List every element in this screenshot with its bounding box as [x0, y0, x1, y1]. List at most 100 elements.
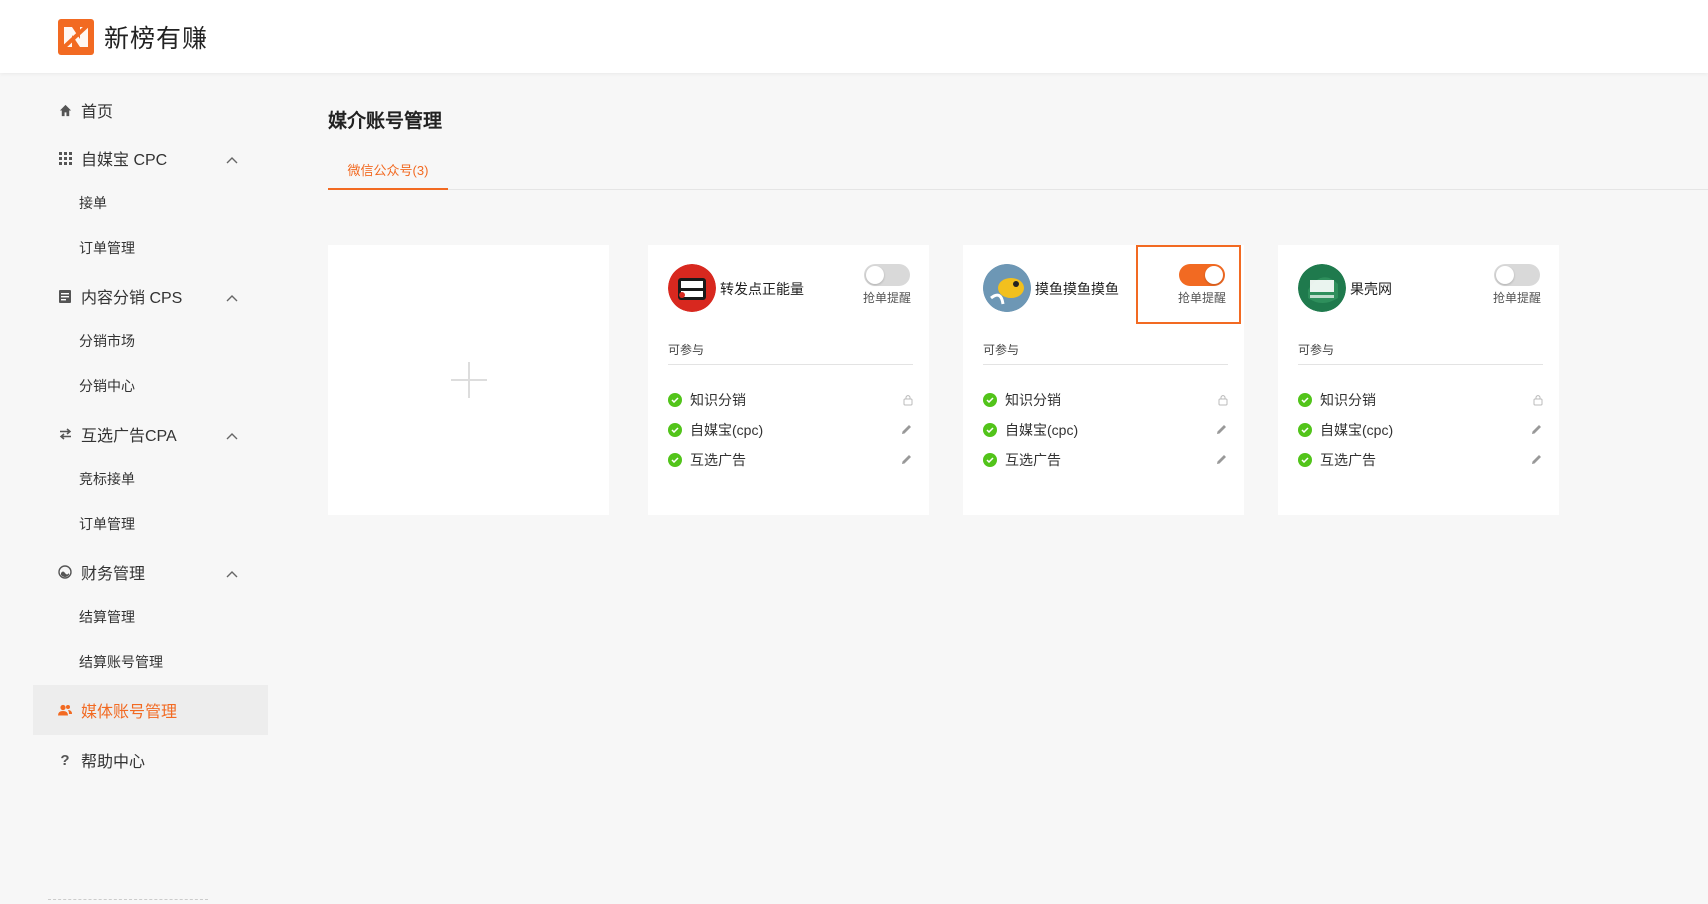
sidebar-item-media-accounts[interactable]: 媒体账号管理 — [33, 685, 268, 735]
sidebar-item-order-manage-cpa[interactable]: 订单管理 — [33, 506, 268, 542]
sidebar-item-label: 帮助中心 — [81, 754, 146, 771]
feature-label: 知识分销 — [1320, 392, 1376, 408]
account-card: 摸鱼摸鱼摸鱼 抢单提醒 可参与 知识分销 自媒宝(cpc) 互选广告 — [963, 245, 1244, 515]
chevron-up-icon[interactable] — [226, 151, 238, 169]
document-icon — [57, 288, 73, 304]
account-card: 转发点正能量 抢单提醒 可参与 知识分销 自媒宝(cpc) 互选广告 — [648, 245, 929, 515]
plus-icon — [450, 362, 487, 398]
tab-wechat-official[interactable]: 微信公众号(3) — [328, 160, 448, 190]
app-name[interactable]: 新榜有赚 — [104, 19, 208, 55]
sidebar-group-label: 财务管理 — [81, 566, 146, 583]
check-circle-icon — [1298, 393, 1312, 407]
feature-row: 自媒宝(cpc) — [668, 420, 913, 440]
sidebar-item-settlement[interactable]: 结算管理 — [33, 599, 268, 635]
feature-row: 知识分销 — [668, 390, 913, 410]
order-alert-toggle[interactable] — [864, 264, 910, 286]
chevron-up-icon[interactable] — [226, 565, 238, 583]
check-circle-icon — [1298, 453, 1312, 467]
feature-row: 知识分销 — [1298, 390, 1543, 410]
chevron-up-icon[interactable] — [226, 427, 238, 445]
tab-bar: 微信公众号(3) — [328, 160, 1708, 190]
account-name[interactable]: 摸鱼摸鱼摸鱼 — [1035, 279, 1119, 299]
top-header: 新榜有赚 — [0, 0, 1708, 73]
sidebar-group-cps[interactable]: 内容分销 CPS — [33, 271, 268, 321]
account-avatar — [1298, 264, 1346, 312]
lock-icon — [1533, 393, 1543, 409]
sidebar-divider — [48, 899, 208, 900]
lock-icon — [1218, 393, 1228, 409]
account-header: 转发点正能量 抢单提醒 — [668, 264, 913, 314]
sidebar-item-label: 首页 — [81, 104, 114, 121]
account-avatar — [668, 264, 716, 312]
pencil-icon[interactable] — [1530, 423, 1543, 439]
sidebar-item-order-manage[interactable]: 订单管理 — [33, 230, 268, 266]
check-circle-icon — [668, 393, 682, 407]
account-card: 果壳网 抢单提醒 可参与 知识分销 自媒宝(cpc) 互选广告 — [1278, 245, 1559, 515]
section-label: 可参与 — [668, 341, 913, 365]
feature-label: 互选广告 — [1005, 452, 1061, 468]
sidebar-item-distribution-center[interactable]: 分销中心 — [33, 368, 268, 404]
sidebar-item-home[interactable]: 首页 — [33, 85, 268, 135]
account-name[interactable]: 转发点正能量 — [720, 279, 804, 299]
wallet-icon — [57, 564, 73, 580]
feature-row: 互选广告 — [1298, 450, 1543, 470]
home-icon — [57, 102, 73, 118]
sidebar-item-help[interactable]: ? 帮助中心 — [33, 735, 268, 785]
lock-icon — [903, 393, 913, 409]
sidebar-item-label: 媒体账号管理 — [81, 704, 178, 721]
feature-row: 互选广告 — [983, 450, 1228, 470]
question-icon: ? — [60, 751, 70, 769]
logo-icon[interactable] — [58, 18, 94, 55]
feature-label: 互选广告 — [1320, 452, 1376, 468]
sidebar-group-label: 内容分销 CPS — [81, 290, 183, 307]
feature-row: 知识分销 — [983, 390, 1228, 410]
feature-label: 知识分销 — [1005, 392, 1061, 408]
sidebar-item-bid-order[interactable]: 竞标接单 — [33, 461, 268, 497]
section-label: 可参与 — [983, 341, 1228, 365]
chevron-up-icon[interactable] — [226, 289, 238, 307]
toggle-label: 抢单提醒 — [862, 291, 911, 305]
add-account-card[interactable] — [328, 245, 609, 515]
feature-label: 自媒宝(cpc) — [690, 422, 764, 438]
sidebar-group-cpc[interactable]: 自媒宝 CPC — [33, 133, 268, 183]
feature-label: 互选广告 — [690, 452, 746, 468]
section-label: 可参与 — [1298, 341, 1543, 365]
users-icon — [57, 702, 73, 718]
highlight-frame — [1136, 245, 1241, 324]
feature-label: 自媒宝(cpc) — [1005, 422, 1079, 438]
sidebar-group-finance[interactable]: 财务管理 — [33, 547, 268, 597]
pencil-icon[interactable] — [900, 423, 913, 439]
feature-label: 自媒宝(cpc) — [1320, 422, 1394, 438]
pencil-icon[interactable] — [900, 453, 913, 469]
check-circle-icon — [983, 453, 997, 467]
check-circle-icon — [983, 393, 997, 407]
sidebar-group-cpa[interactable]: 互选广告CPA — [33, 409, 268, 459]
feature-row: 自媒宝(cpc) — [1298, 420, 1543, 440]
sidebar-item-accept-order[interactable]: 接单 — [33, 185, 268, 221]
account-name[interactable]: 果壳网 — [1350, 279, 1392, 299]
toggle-label: 抢单提醒 — [1492, 291, 1541, 305]
check-circle-icon — [983, 423, 997, 437]
grid-icon — [57, 150, 73, 166]
sidebar: 首页 自媒宝 CPC 接单 订单管理 内容分销 CPS 分销市场 分销中心 互选… — [33, 73, 268, 904]
sidebar-item-distribution-market[interactable]: 分销市场 — [33, 323, 268, 359]
check-circle-icon — [668, 423, 682, 437]
feature-row: 互选广告 — [668, 450, 913, 470]
check-circle-icon — [1298, 423, 1312, 437]
feature-label: 知识分销 — [690, 392, 746, 408]
page-title: 媒介账号管理 — [328, 111, 443, 132]
sidebar-group-label: 互选广告CPA — [81, 428, 177, 445]
pencil-icon[interactable] — [1530, 453, 1543, 469]
account-header: 果壳网 抢单提醒 — [1298, 264, 1543, 314]
swap-icon — [57, 426, 73, 442]
check-circle-icon — [668, 453, 682, 467]
pencil-icon[interactable] — [1215, 453, 1228, 469]
order-alert-toggle-group: 抢单提醒 — [1491, 264, 1543, 308]
sidebar-item-settlement-account[interactable]: 结算账号管理 — [33, 644, 268, 680]
account-avatar — [983, 264, 1031, 312]
pencil-icon[interactable] — [1215, 423, 1228, 439]
feature-row: 自媒宝(cpc) — [983, 420, 1228, 440]
order-alert-toggle[interactable] — [1494, 264, 1540, 286]
order-alert-toggle-group: 抢单提醒 — [861, 264, 913, 308]
sidebar-group-label: 自媒宝 CPC — [81, 152, 168, 169]
